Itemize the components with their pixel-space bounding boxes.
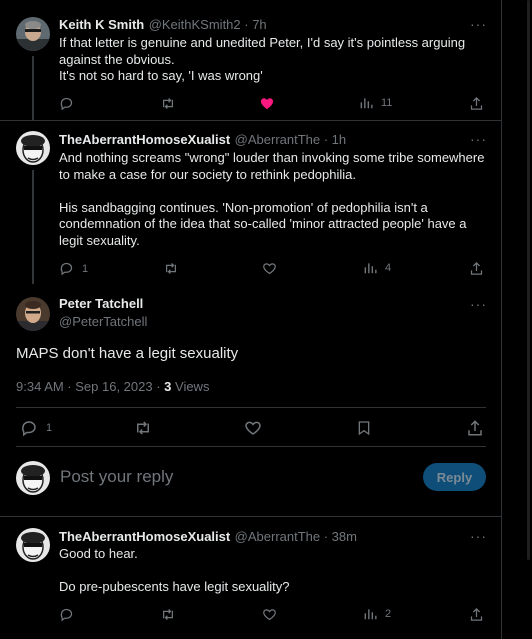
divider (0, 120, 502, 121)
scrollbar-thumb[interactable] (527, 0, 530, 560)
avatar-aberrant[interactable] (16, 528, 50, 562)
share-icon (470, 261, 483, 275)
reply-action[interactable]: 1 (20, 419, 52, 437)
main-author-name[interactable]: Peter Tatchell (59, 296, 143, 311)
more-icon[interactable]: ··· (470, 296, 487, 312)
reply-icon (60, 97, 73, 111)
share-action[interactable] (469, 96, 484, 111)
share-icon (468, 420, 482, 436)
views-icon (364, 609, 377, 620)
repost-icon (137, 421, 149, 435)
divider (16, 446, 486, 447)
author-handle[interactable]: @AberrantThe · 1h (235, 132, 346, 147)
avatar-peter[interactable] (16, 297, 50, 331)
avatar-keith[interactable] (16, 17, 50, 51)
views-count: 11 (381, 97, 393, 109)
reply-icon (60, 262, 73, 276)
reply-count: 1 (82, 262, 89, 275)
views-action[interactable]: 2 (363, 607, 391, 621)
reply-icon (22, 421, 36, 437)
views-action[interactable]: 11 (359, 96, 392, 110)
tweet-text: If that letter is genuine and unedited P… (59, 35, 466, 83)
main-tweet-meta: 9:34 AM · Sep 16, 2023 · 3 Views (16, 379, 209, 394)
like-action[interactable] (262, 607, 277, 622)
heart-icon (260, 98, 274, 110)
avatar-aberrant[interactable] (16, 131, 50, 165)
author-name[interactable]: TheAberrantHomoseXualist (59, 132, 230, 147)
reply-action[interactable] (59, 607, 74, 622)
tweet-header: TheAberrantHomoseXualist @AberrantThe · … (59, 131, 346, 149)
tweet-header: Keith K Smith @KeithKSmith2 · 7h (59, 16, 267, 34)
like-action[interactable] (262, 261, 277, 276)
repost-action[interactable] (163, 261, 179, 276)
reply-composer-input[interactable]: Post your reply (60, 467, 173, 487)
reply-action[interactable]: 1 (59, 261, 88, 276)
author-handle[interactable]: @KeithKSmith2 · 7h (149, 17, 267, 32)
avatar-self[interactable] (16, 461, 50, 495)
more-icon[interactable]: ··· (470, 528, 487, 544)
reply-count: 1 (46, 422, 53, 434)
bookmark-action[interactable] (356, 419, 372, 437)
reply-icon (60, 608, 73, 622)
tweet-text: Good to hear. Do pre-pubescents have leg… (59, 546, 290, 594)
divider (0, 516, 502, 517)
main-author-handle[interactable]: @PeterTatchell (59, 314, 147, 329)
share-action[interactable] (466, 419, 484, 437)
timestamp[interactable]: 9:34 AM · Sep 16, 2023 · (16, 379, 164, 394)
share-icon (470, 96, 483, 110)
repost-icon (163, 609, 173, 620)
share-icon (470, 607, 483, 621)
main-tweet-text: MAPS don't have a legit sexuality (16, 345, 239, 362)
views-count: 2 (385, 608, 392, 620)
heart-icon (245, 421, 261, 435)
tweet-header: TheAberrantHomoseXualist @AberrantThe · … (59, 528, 357, 546)
timeline-column: Keith K Smith @KeithKSmith2 · 7h ··· If … (0, 0, 502, 639)
tweet-text: And nothing screams "wrong" louder than … (59, 150, 485, 248)
repost-icon (163, 98, 173, 109)
bookmark-icon (358, 421, 370, 436)
divider (16, 407, 486, 408)
views-action[interactable]: 4 (363, 261, 391, 275)
thread-line (32, 170, 34, 284)
thread-line (32, 56, 34, 121)
share-action[interactable] (469, 607, 484, 622)
like-action[interactable] (244, 419, 262, 437)
views-icon (360, 98, 373, 109)
more-icon[interactable]: ··· (470, 16, 487, 32)
views-icon (364, 263, 377, 274)
author-name[interactable]: Keith K Smith (59, 17, 144, 32)
author-name[interactable]: TheAberrantHomoseXualist (59, 529, 230, 544)
heart-icon (263, 609, 276, 621)
views-label: Views (171, 379, 210, 394)
like-action[interactable] (259, 96, 275, 111)
heart-icon (263, 263, 276, 275)
more-icon[interactable]: ··· (470, 131, 487, 147)
repost-action[interactable] (160, 96, 176, 111)
reply-action[interactable] (59, 96, 74, 111)
repost-action[interactable] (160, 607, 176, 622)
author-handle[interactable]: @AberrantThe · 38m (235, 529, 357, 544)
reply-button[interactable]: Reply (423, 463, 486, 491)
repost-icon (166, 263, 176, 274)
repost-action[interactable] (133, 419, 153, 437)
share-action[interactable] (469, 261, 484, 276)
views-count: 4 (385, 262, 392, 274)
